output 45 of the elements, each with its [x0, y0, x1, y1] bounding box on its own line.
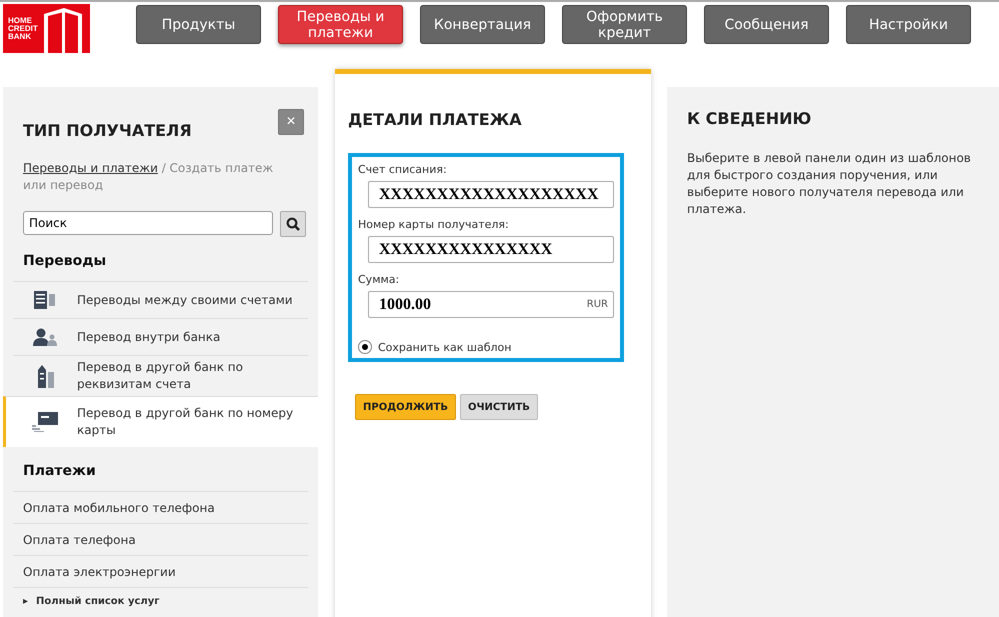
search-icon	[286, 217, 300, 231]
nav-tab[interactable]: Сообщения	[704, 5, 829, 44]
bank-logo[interactable]: HOME CREDIT BANK	[3, 4, 90, 53]
section-heading: Переводы	[23, 253, 108, 269]
payment-link[interactable]: Оплата мобильного телефона	[23, 500, 215, 514]
panel-title: ТИП ПОЛУЧАТЕЛЯ	[23, 121, 192, 140]
section-heading: Платежи	[23, 463, 97, 479]
close-button[interactable]: ×	[278, 109, 304, 135]
input-field[interactable]: 1000.00 RUR	[368, 291, 614, 318]
payment-link[interactable]: Оплата телефона	[23, 532, 136, 546]
continue-button[interactable]: ПРОДОЛЖИТЬ	[355, 394, 456, 420]
transfer-type-item[interactable]: Перевод в другой банк по номеру карты	[3, 396, 318, 447]
item-label: Перевод в другой банк по реквизитам счета	[77, 359, 244, 393]
radio-button[interactable]	[358, 340, 372, 354]
item-label: Переводы между своими счетами	[77, 292, 293, 308]
transfer-type-item[interactable]: Перевод внутри банка	[13, 318, 308, 355]
card-icon	[32, 412, 58, 432]
radio-label: Сохранить как шаблон	[378, 340, 512, 354]
people-icon	[33, 328, 57, 346]
clear-button[interactable]: ОЧИСТИТЬ	[460, 394, 538, 420]
services-link[interactable]: Полный список услуг	[36, 596, 160, 607]
panel-title: ДЕТАЛИ ПЛАТЕЖА	[348, 110, 523, 129]
search-button[interactable]	[280, 211, 306, 237]
item-label: Перевод в другой банк по номеру карты	[77, 405, 294, 439]
search-field[interactable]: Поиск	[23, 211, 273, 235]
nav-tab[interactable]: Оформить кредит	[562, 5, 687, 44]
info-text: Выберите в левой панели один из шаблонов для быстрого создания поручения, или выберите нового получателя перевода или платежа.	[687, 150, 972, 218]
payment-link[interactable]: Оплата электроэнергии	[23, 564, 176, 578]
field-label: Счет списания:	[358, 163, 448, 176]
breadcrumb: Переводы и платежи / Создать платеж или перевод	[22, 160, 274, 194]
transfer-type-item[interactable]: Переводы между своими счетами	[13, 281, 308, 318]
panel-title: К СВЕДЕНИЮ	[687, 109, 812, 128]
input-field[interactable]: XXXXXXXXXXXXXXX	[368, 236, 614, 263]
field-label: Сумма:	[358, 273, 400, 286]
breadcrumb-link[interactable]: Переводы и платежи	[23, 161, 158, 175]
nav-tab[interactable]: Конвертация	[420, 5, 545, 44]
document-icon	[34, 291, 56, 309]
item-label: Перевод внутри банка	[77, 328, 220, 346]
nav-tab[interactable]: Продукты	[136, 5, 261, 44]
building-icon	[35, 364, 55, 388]
field-label: Номер карты получателя:	[358, 218, 510, 231]
expand-marker[interactable]: ▸	[23, 596, 28, 607]
nav-tab[interactable]: Переводы и платежи	[278, 5, 403, 44]
nav-tab[interactable]: Настройки	[846, 5, 971, 44]
input-field[interactable]: XXXXXXXXXXXXXXXXXXX	[368, 181, 614, 208]
